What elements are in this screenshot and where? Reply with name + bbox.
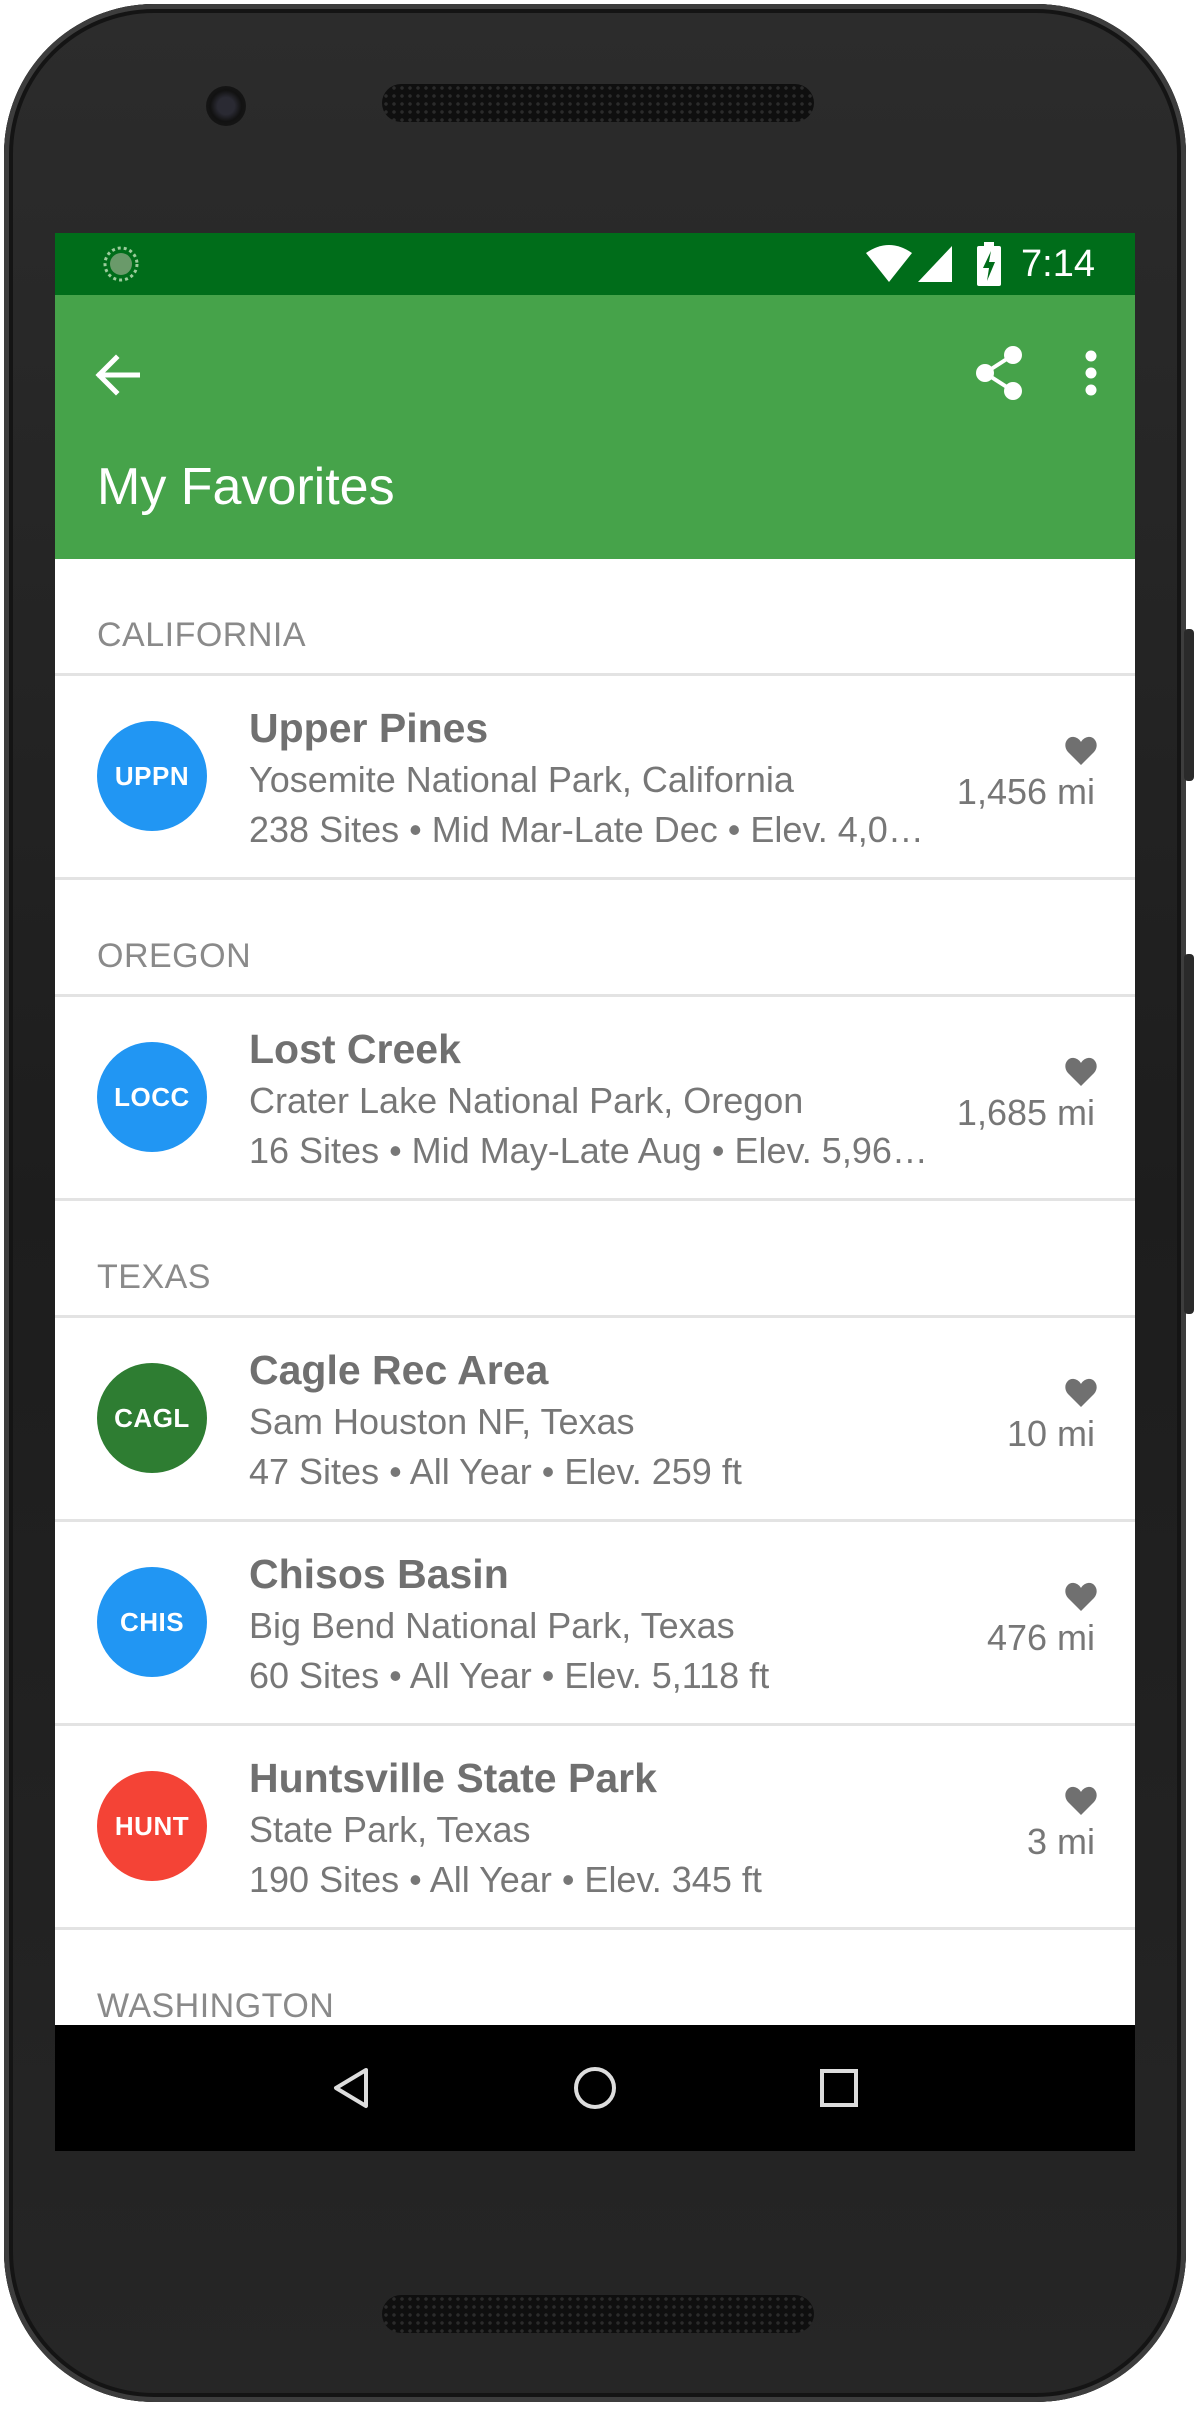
campground-distance: 1,685 mi bbox=[956, 1092, 1095, 1133]
campground-distance: 476 mi bbox=[986, 1617, 1095, 1658]
navigation-bar bbox=[55, 2025, 1135, 2151]
more-vert-icon[interactable] bbox=[1073, 341, 1109, 405]
list-item[interactable]: CAGL Cagle Rec Area Sam Houston NF, Texa… bbox=[55, 1318, 1135, 1519]
campground-details: 16 Sites • Mid May-Late Aug • Elev. 5,96… bbox=[249, 1130, 939, 1171]
top-speaker bbox=[382, 84, 814, 122]
back-arrow-icon[interactable] bbox=[85, 343, 149, 407]
battery-charging-icon bbox=[977, 242, 1001, 291]
power-button bbox=[1184, 629, 1194, 781]
campground-code-avatar: CHIS bbox=[97, 1567, 207, 1677]
section-header-texas: TEXAS bbox=[97, 1258, 211, 1296]
list-item[interactable]: UPPN Upper Pines Yosemite National Park,… bbox=[55, 676, 1135, 877]
campground-details: 47 Sites • All Year • Elev. 259 ft bbox=[249, 1451, 742, 1492]
heart-icon[interactable] bbox=[1065, 1582, 1097, 1612]
campground-name: Huntsville State Park bbox=[249, 1755, 657, 1801]
cell-signal-icon bbox=[917, 245, 953, 288]
section-header-california: CALIFORNIA bbox=[97, 616, 307, 654]
campground-name: Chisos Basin bbox=[249, 1551, 509, 1597]
heart-icon[interactable] bbox=[1065, 1057, 1097, 1087]
sync-icon bbox=[103, 246, 139, 287]
campground-name: Lost Creek bbox=[249, 1026, 461, 1072]
campground-distance: 10 mi bbox=[1006, 1413, 1095, 1454]
back-triangle-icon[interactable] bbox=[321, 2058, 381, 2118]
status-bar: 7:14 bbox=[55, 233, 1135, 295]
volume-button bbox=[1184, 954, 1194, 1314]
campground-code-avatar: CAGL bbox=[97, 1363, 207, 1473]
heart-icon[interactable] bbox=[1065, 736, 1097, 766]
recents-square-icon[interactable] bbox=[809, 2058, 869, 2118]
campground-code-avatar: HUNT bbox=[97, 1771, 207, 1881]
list-item[interactable]: LOCC Lost Creek Crater Lake National Par… bbox=[55, 997, 1135, 1198]
front-camera bbox=[206, 86, 246, 126]
campground-location: Sam Houston NF, Texas bbox=[249, 1401, 635, 1442]
campground-details: 238 Sites • Mid Mar-Late Dec • Elev. 4,0… bbox=[249, 809, 939, 850]
wifi-icon bbox=[865, 245, 913, 288]
heart-icon[interactable] bbox=[1065, 1378, 1097, 1408]
heart-icon[interactable] bbox=[1065, 1786, 1097, 1816]
share-icon[interactable] bbox=[967, 341, 1031, 405]
campground-details: 60 Sites • All Year • Elev. 5,118 ft bbox=[249, 1655, 770, 1696]
campground-location: State Park, Texas bbox=[249, 1809, 531, 1850]
page-title: My Favorites bbox=[97, 458, 395, 516]
favorites-list[interactable]: CALIFORNIA UPPN Upper Pines Yosemite Nat… bbox=[55, 559, 1135, 2044]
campground-distance: 3 mi bbox=[1026, 1821, 1095, 1862]
campground-location: Yosemite National Park, California bbox=[249, 759, 794, 800]
campground-location: Big Bend National Park, Texas bbox=[249, 1605, 735, 1646]
status-time: 7:14 bbox=[1021, 243, 1095, 285]
app-bar: My Favorites bbox=[55, 295, 1135, 559]
campground-code-avatar: UPPN bbox=[97, 721, 207, 831]
campground-name: Upper Pines bbox=[249, 705, 489, 751]
campground-distance: 1,456 mi bbox=[956, 771, 1095, 812]
campground-details: 190 Sites • All Year • Elev. 345 ft bbox=[249, 1859, 762, 1900]
campground-location: Crater Lake National Park, Oregon bbox=[249, 1080, 804, 1121]
section-header-oregon: OREGON bbox=[97, 937, 252, 975]
list-item[interactable]: CHIS Chisos Basin Big Bend National Park… bbox=[55, 1522, 1135, 1723]
list-item[interactable]: HUNT Huntsville State Park State Park, T… bbox=[55, 1726, 1135, 1927]
bottom-speaker bbox=[382, 2295, 814, 2333]
home-circle-icon[interactable] bbox=[565, 2058, 625, 2118]
screen: 7:14 My Favorites CALIFORNIA UPPN Upper … bbox=[55, 233, 1135, 2151]
campground-name: Cagle Rec Area bbox=[249, 1347, 549, 1393]
campground-code-avatar: LOCC bbox=[97, 1042, 207, 1152]
